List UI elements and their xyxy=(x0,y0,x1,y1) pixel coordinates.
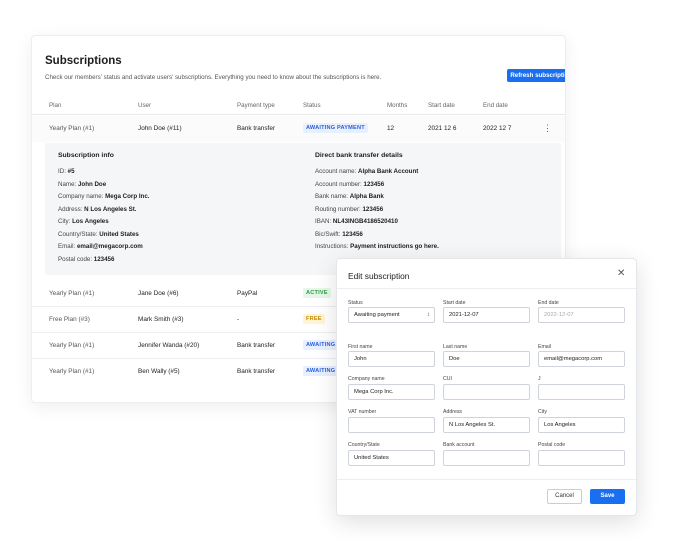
first-name-label: First name xyxy=(348,344,373,350)
detail-line: Instructions: Payment instructions go he… xyxy=(315,243,439,250)
row-user: Mark Smith (#3) xyxy=(138,316,184,323)
col-user[interactable]: User xyxy=(138,102,151,109)
table-row[interactable]: Yearly Plan (#1) John Doe (#11) Bank tra… xyxy=(32,116,565,142)
refresh-subscriptions-button[interactable]: Refresh subscriptions xyxy=(507,69,565,82)
select-arrows-icon: ↕ xyxy=(427,312,430,318)
detail-line: Postal code: 123456 xyxy=(58,255,115,263)
status-badge: AWAITING xyxy=(303,366,339,376)
detail-line: Account name: Alpha Bank Account xyxy=(315,168,419,175)
subscription-details-panel: Subscription info ID: #5 Name: John Doe … xyxy=(45,143,561,275)
status-badge: AWAITING xyxy=(303,340,339,350)
company-name-label: Company name xyxy=(348,376,385,382)
detail-line: Email: email@megacorp.com xyxy=(58,243,143,250)
vat-number-label: VAT number xyxy=(348,409,377,415)
country-input[interactable]: United States xyxy=(348,450,435,466)
row-payment: - xyxy=(237,316,240,323)
detail-line: Address: N Los Angeles St. xyxy=(58,205,137,213)
col-start-date[interactable]: Start date xyxy=(428,102,455,109)
status-badge: FREE xyxy=(303,314,325,324)
end-date-label: End date xyxy=(538,300,559,306)
detail-line: Bank name: Alpha Bank xyxy=(315,193,384,200)
status-select[interactable]: Awaiting payment ↕ xyxy=(348,307,435,323)
j-label: J xyxy=(538,376,541,382)
j-input[interactable] xyxy=(538,384,625,400)
detail-line: Bic/Swift: 123456 xyxy=(315,230,363,238)
last-name-input[interactable]: Doe xyxy=(443,351,530,367)
close-icon[interactable]: ✕ xyxy=(617,268,625,279)
col-payment-type[interactable]: Payment type xyxy=(237,102,275,109)
address-label: Address xyxy=(443,409,463,415)
page-title: Subscriptions xyxy=(45,55,122,67)
modal-title: Edit subscription xyxy=(348,271,410,281)
bank-account-input[interactable] xyxy=(443,450,530,466)
cui-label: CUI xyxy=(443,376,452,382)
postal-code-input[interactable] xyxy=(538,450,625,466)
row-plan: Yearly Plan (#1) xyxy=(49,290,95,297)
email-field[interactable]: email@megacorp.com xyxy=(538,351,625,367)
subscription-info-title: Subscription info xyxy=(58,152,114,159)
first-name-input[interactable]: John xyxy=(348,351,435,367)
company-name-input[interactable]: Mega Corp Inc. xyxy=(348,384,435,400)
row-plan: Yearly Plan (#1) xyxy=(49,125,95,132)
cui-input[interactable] xyxy=(443,384,530,400)
row-start-date: 2021 12 6 xyxy=(428,125,457,132)
detail-line: Name: John Doe xyxy=(58,180,107,188)
detail-line: ID: #5 xyxy=(58,168,75,175)
row-user: Jane Doe (#6) xyxy=(138,290,179,297)
email-label: Email xyxy=(538,344,551,350)
detail-line: Country/State: United States xyxy=(58,230,139,238)
row-payment: Bank transfer xyxy=(237,125,276,132)
bank-transfer-title: Direct bank transfer details xyxy=(315,152,403,159)
status-badge: AWAITING PAYMENT xyxy=(303,123,368,133)
row-user: John Doe (#11) xyxy=(138,125,182,132)
row-user: Jennifer Wanda (#20) xyxy=(138,342,200,349)
detail-line: Account number: 123456 xyxy=(315,180,385,188)
row-payment: Bank transfer xyxy=(237,342,276,349)
detail-line: City: Los Angeles xyxy=(58,218,109,225)
col-plan[interactable]: Plan xyxy=(49,102,61,109)
start-date-label: Start date xyxy=(443,300,466,306)
page: Subscriptions Check our members' status … xyxy=(0,0,681,558)
kebab-icon[interactable]: ⋮ xyxy=(543,123,552,133)
divider xyxy=(337,288,636,289)
row-plan: Yearly Plan (#1) xyxy=(49,368,95,375)
detail-line: Routing number: 123456 xyxy=(315,205,384,213)
start-date-input[interactable]: 2021-12-07 xyxy=(443,307,530,323)
row-payment: Bank transfer xyxy=(237,368,276,375)
divider xyxy=(337,479,636,480)
row-user: Ben Wally (#5) xyxy=(138,368,180,375)
col-months[interactable]: Months xyxy=(387,102,407,109)
edit-subscription-modal: Edit subscription ✕ Status Awaiting paym… xyxy=(337,259,636,515)
col-status[interactable]: Status xyxy=(303,102,321,109)
row-payment: PayPal xyxy=(237,290,258,297)
detail-line: IBAN: NL43INGB4186520410 xyxy=(315,218,398,225)
end-date-input[interactable]: 2022-12-07 xyxy=(538,307,625,323)
cancel-button[interactable]: Cancel xyxy=(547,489,582,504)
city-label: City xyxy=(538,409,547,415)
col-end-date[interactable]: End date xyxy=(483,102,508,109)
table-header: Plan User Payment type Status Months Sta… xyxy=(32,98,565,115)
row-plan: Yearly Plan (#1) xyxy=(49,342,95,349)
last-name-label: Last name xyxy=(443,344,468,350)
bank-account-label: Bank account xyxy=(443,442,475,448)
row-months: 12 xyxy=(387,125,395,132)
address-input[interactable]: N Los Angeles St. xyxy=(443,417,530,433)
status-badge: ACTIVE xyxy=(303,288,331,298)
save-button[interactable]: Save xyxy=(590,489,625,504)
status-label: Status xyxy=(348,300,363,306)
vat-number-input[interactable] xyxy=(348,417,435,433)
row-end-date: 2022 12 7 xyxy=(483,125,512,132)
row-plan: Free Plan (#3) xyxy=(49,316,90,323)
country-label: Country/State xyxy=(348,442,380,448)
city-input[interactable]: Los Angeles xyxy=(538,417,625,433)
postal-code-label: Postal code xyxy=(538,442,566,448)
page-subtitle: Check our members' status and activate u… xyxy=(45,74,382,81)
detail-line: Company name: Mega Corp Inc. xyxy=(58,193,150,200)
